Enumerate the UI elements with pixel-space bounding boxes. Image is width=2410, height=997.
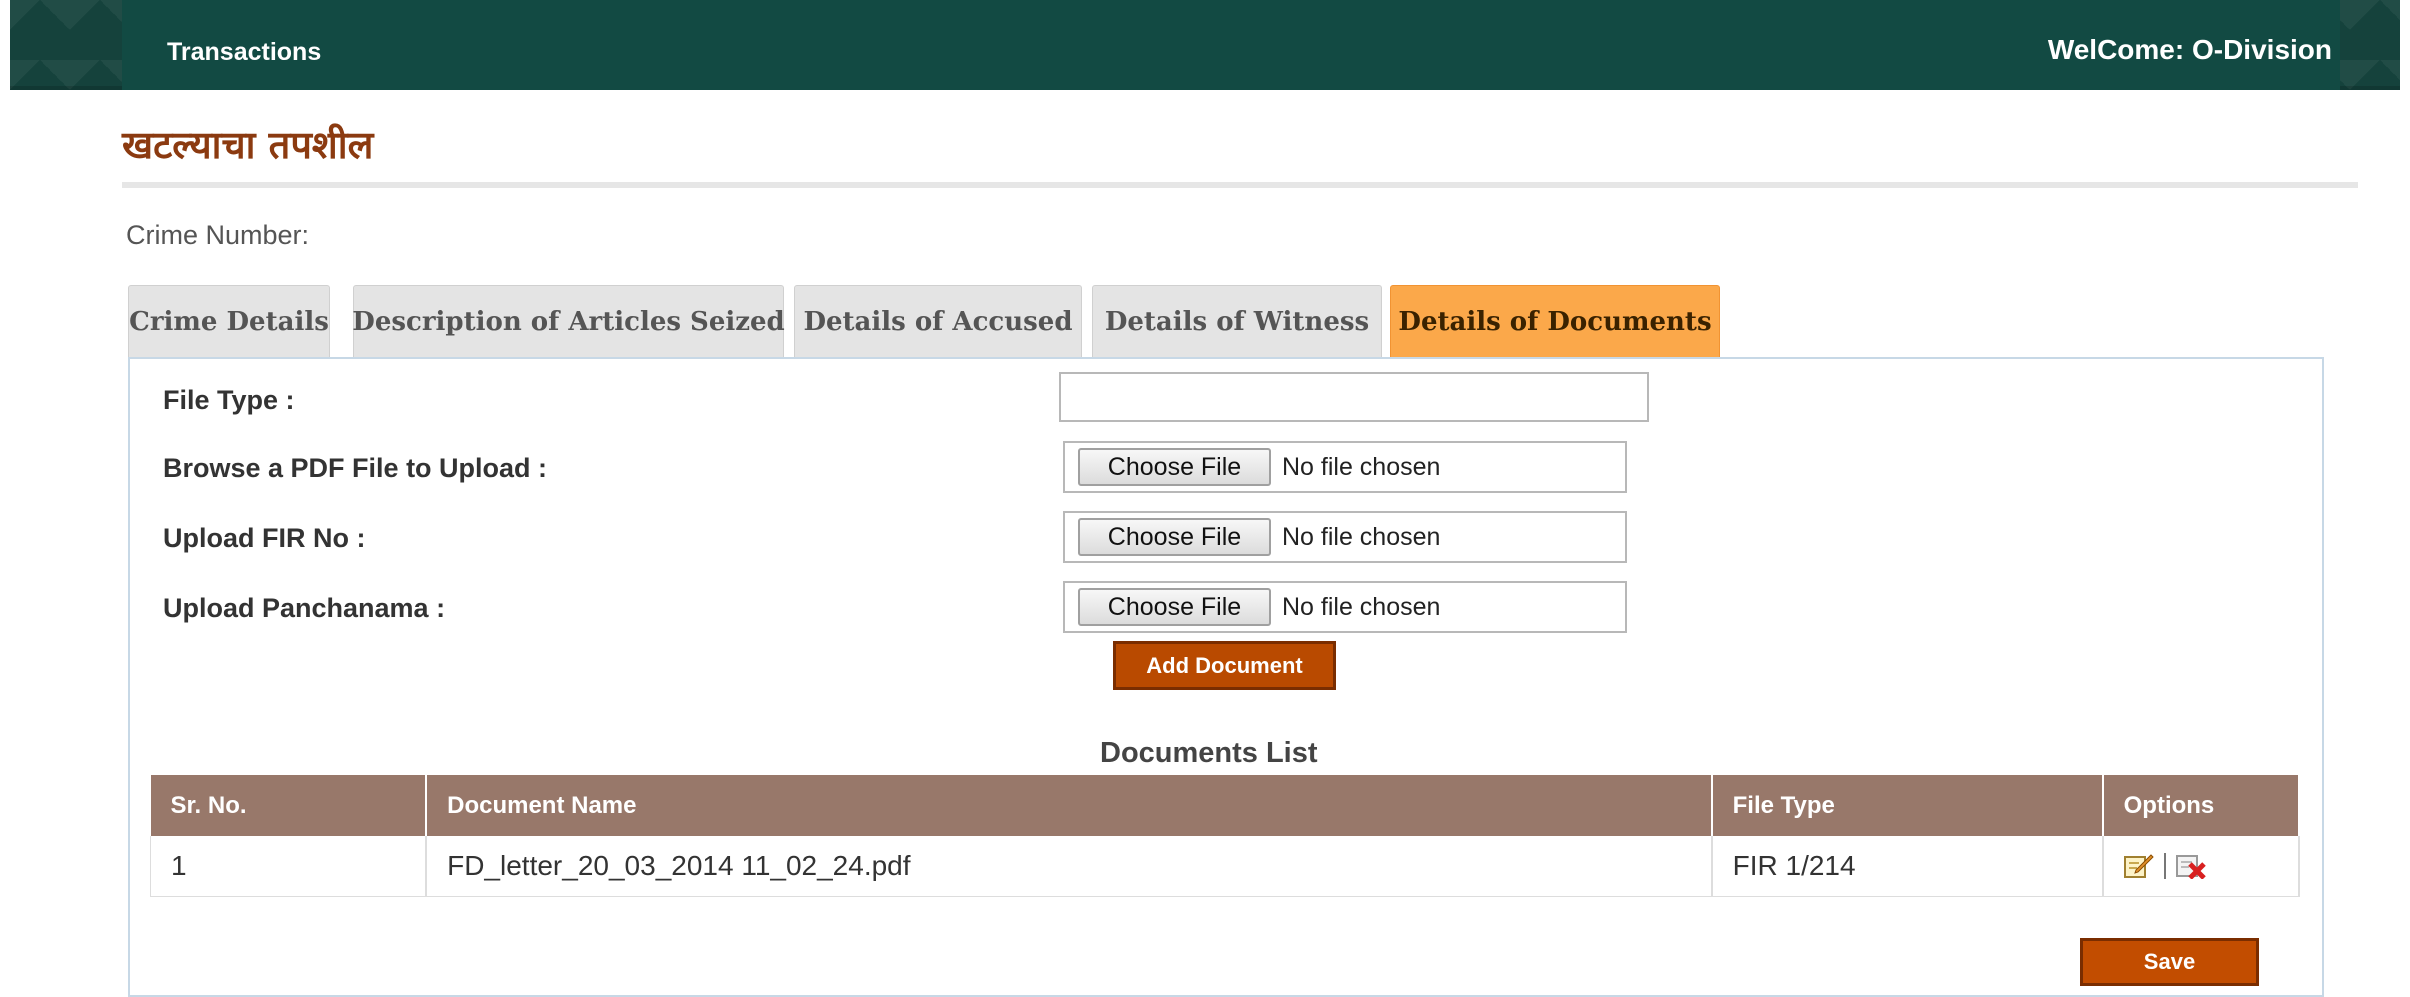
tab-details-of-witness[interactable]: Details of Witness	[1092, 285, 1382, 357]
no-file-chosen-text: No file chosen	[1282, 523, 1441, 551]
tab-crime-details[interactable]: Crime Details	[128, 285, 330, 357]
pdf-upload-label: Browse a PDF File to Upload :	[163, 453, 548, 483]
fir-file-input[interactable]: Choose File No file chosen	[1063, 511, 1627, 563]
choose-file-button[interactable]: Choose File	[1078, 448, 1271, 486]
fir-upload-label: Upload FIR No :	[163, 523, 366, 553]
no-file-chosen-text: No file chosen	[1282, 593, 1441, 621]
panchanama-file-input[interactable]: Choose File No file chosen	[1063, 581, 1627, 633]
page-title: खटल्याचा तपशील	[122, 123, 374, 167]
no-file-chosen-text: No file chosen	[1282, 453, 1441, 481]
nav-transactions-link[interactable]: Transactions	[167, 38, 321, 67]
documents-list-title: Documents List	[1100, 737, 1318, 769]
cell-options	[2102, 836, 2301, 897]
edit-icon[interactable]	[2123, 853, 2154, 879]
documents-table: Sr. No. Document Name File Type Options …	[150, 775, 2301, 897]
file-type-label: File Type :	[163, 385, 295, 415]
choose-file-button[interactable]: Choose File	[1078, 588, 1271, 626]
file-type-input[interactable]	[1059, 372, 1649, 422]
header-inner	[122, 0, 2340, 90]
column-header-file-type: File Type	[1711, 775, 2104, 836]
welcome-user-text: WelCome: O-Division	[2047, 34, 2332, 65]
cell-file-type: FIR 1/214	[1711, 836, 2104, 897]
tab-articles-seized[interactable]: Description of Articles Seized	[352, 285, 785, 357]
top-navigation-bar	[10, 0, 2400, 90]
crime-number-label: Crime Number:	[126, 220, 310, 250]
pdf-file-input[interactable]: Choose File No file chosen	[1063, 441, 1627, 493]
column-header-sr-no: Sr. No.	[150, 775, 428, 836]
column-header-options: Options	[2102, 775, 2301, 836]
tab-details-of-documents[interactable]: Details of Documents	[1390, 285, 1720, 357]
choose-file-button[interactable]: Choose File	[1078, 518, 1271, 556]
options-separator	[2163, 853, 2166, 879]
tab-details-of-accused[interactable]: Details of Accused	[794, 285, 1082, 357]
title-divider	[122, 182, 2358, 188]
cell-document-name: FD_letter_20_03_2014 11_02_24.pdf	[426, 836, 1713, 897]
table-header-row: Sr. No. Document Name File Type Options	[150, 775, 2301, 836]
delete-icon[interactable]	[2175, 853, 2206, 880]
save-button[interactable]: Save	[2080, 938, 2259, 986]
cell-sr-no: 1	[150, 836, 428, 897]
add-document-button[interactable]: Add Document	[1113, 641, 1336, 690]
panchanama-upload-label: Upload Panchanama :	[163, 593, 446, 623]
column-header-document-name: Document Name	[426, 775, 1713, 836]
table-row: 1 FD_letter_20_03_2014 11_02_24.pdf FIR …	[150, 836, 2301, 897]
